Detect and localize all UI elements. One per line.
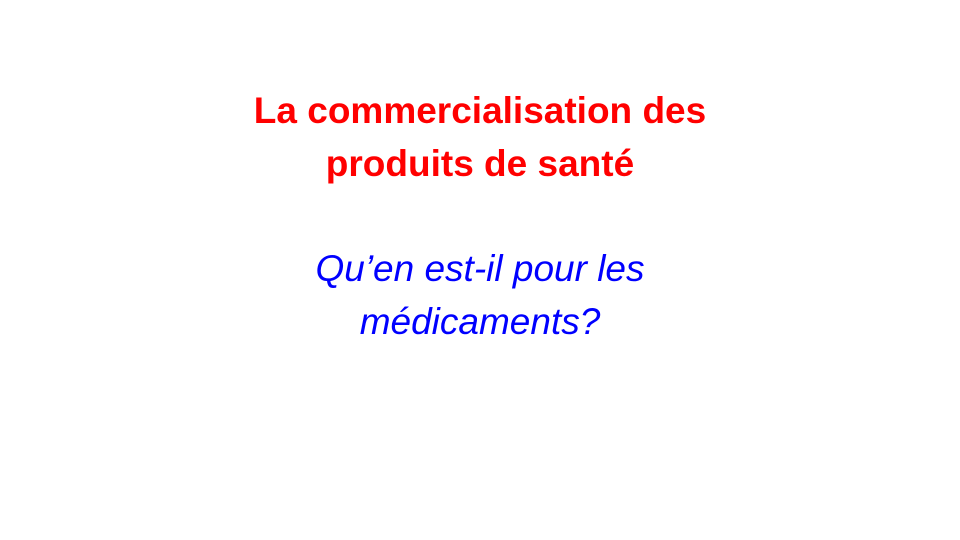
slide-title-line-1: La commercialisation des [253,90,707,131]
slide-subtitle-line-2: médicaments? [359,301,601,342]
slide-subtitle-line-1: Qu’en est-il pour les [315,248,645,289]
slide-title-line-2: produits de santé [325,143,635,184]
slide-subtitle: Qu’en est-il pour les médicaments? [0,242,960,348]
slide: La commercialisation des produits de san… [0,0,960,540]
slide-title: La commercialisation des produits de san… [0,84,960,190]
